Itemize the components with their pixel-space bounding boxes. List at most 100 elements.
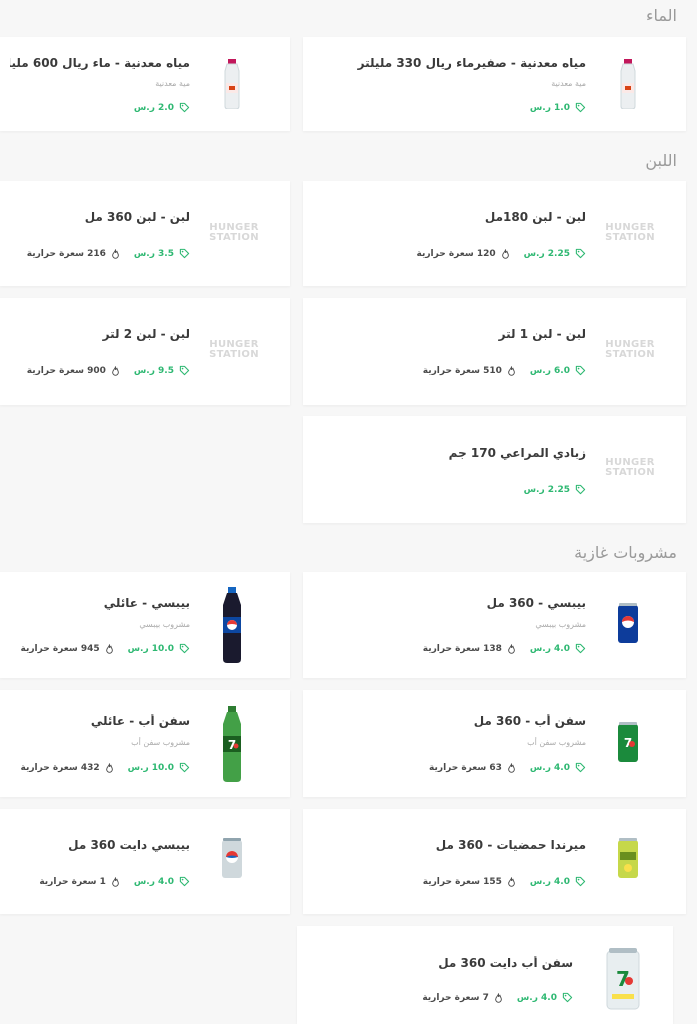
item-name: لبن - لبن 2 لتر [102, 327, 190, 341]
item-meta: 2.25 ر.س 120 سعرة حرارية [417, 248, 586, 259]
item-name: مياه معدنية - صفيرماء ريال 330 مليلتر [357, 56, 586, 70]
price-text: 6.0 ر.س [529, 365, 570, 376]
flame-icon [105, 763, 114, 773]
item-description: مشروب سفن أب [527, 738, 586, 747]
item-price: 3.5 ر.س [134, 248, 190, 259]
pepsi-diet-can-image [212, 829, 252, 889]
item-calories: 1 سعرة حرارية [39, 877, 120, 887]
item-meta: 9.5 ر.س 900 سعرة حرارية [27, 365, 190, 376]
price-tag-icon [575, 365, 586, 376]
menu-item-card[interactable]: 7 سفن أب - عائلي مشروب سفن أب 10.0 ر.س 4… [0, 690, 290, 797]
menu-item-card[interactable]: HUNGER STATION لبن - لبن 180مل 2.25 ر.س 1… [303, 181, 686, 286]
price-tag-icon [179, 643, 190, 654]
menu-item-card[interactable]: HUNGER STATION لبن - لبن 2 لتر 9.5 ر.س 90… [0, 298, 290, 405]
item-meta: 10.0 ر.س 945 سعرة حرارية [21, 643, 190, 654]
price-text: 2.0 ر.س [133, 102, 174, 113]
price-tag-icon [179, 248, 190, 259]
price-tag-icon [179, 102, 190, 113]
item-name: سفن أب - 360 مل [473, 714, 586, 728]
water-bottle-image [608, 54, 648, 114]
calories-text: 120 سعرة حرارية [416, 248, 496, 259]
item-meta: 3.5 ر.س 216 سعرة حرارية [27, 248, 190, 259]
menu-item-card[interactable]: بيبسي دايت 360 مل 4.0 ر.س 1 سعرة حرارية [0, 809, 290, 914]
price-tag-icon [575, 484, 586, 495]
item-description: مية معدنية [155, 79, 190, 88]
item-price: 4.0 ر.س [134, 876, 190, 887]
price-tag-icon [575, 876, 586, 887]
item-meta: 4.0 ر.س 138 سعرة حرارية [423, 643, 586, 654]
item-description: مشروب بيبسي [535, 620, 586, 629]
item-meta: 6.0 ر.س 510 سعرة حرارية [423, 365, 586, 376]
item-description: مشروب بيبسي [139, 620, 190, 629]
calories-text: 63 سعرة حرارية [429, 762, 502, 773]
flame-icon [111, 877, 120, 887]
item-meta: 2.25 ر.س [524, 484, 586, 495]
item-price: 4.0 ر.س [530, 762, 586, 773]
flame-icon [507, 366, 516, 376]
item-calories: 945 سعرة حرارية [21, 644, 114, 654]
hunger-station-logo: HUNGER STATION [605, 457, 655, 478]
menu-item-card[interactable]: بيبسي - عائلي مشروب بيبسي 10.0 ر.س 945 س… [0, 572, 290, 678]
price-tag-icon [179, 762, 190, 773]
item-meta: 1.0 ر.س [530, 102, 586, 113]
calories-text: 900 سعرة حرارية [26, 365, 106, 376]
item-calories: 63 سعرة حرارية [429, 763, 516, 773]
item-name: بيبسي - 360 مل [486, 596, 586, 610]
menu-item-card[interactable]: 7 سفن أب - 360 مل مشروب سفن أب 4.0 ر.س 6… [303, 690, 686, 797]
item-meta: 4.0 ر.س 1 سعرة حرارية [39, 876, 190, 887]
hunger-station-logo: HUNGER STATION [605, 222, 655, 243]
menu-item-card[interactable]: مياه معدنية - صفيرماء ريال 330 مليلتر مي… [303, 37, 686, 131]
flame-icon [105, 644, 114, 654]
item-name: زبادي المراعي 170 جم [448, 446, 586, 460]
item-name: ميرندا حمضيات - 360 مل [435, 838, 586, 852]
flame-icon [507, 877, 516, 887]
item-price: 2.25 ر.س [524, 484, 586, 495]
price-text: 9.5 ر.س [133, 365, 174, 376]
menu-item-card[interactable]: HUNGER STATION لبن - لبن 1 لتر 6.0 ر.س 51… [303, 298, 686, 405]
price-tag-icon [562, 992, 573, 1003]
item-name: سفن أب - عائلي [90, 714, 190, 728]
price-tag-icon [575, 762, 586, 773]
item-calories: 155 سعرة حرارية [423, 877, 516, 887]
price-tag-icon [575, 102, 586, 113]
hunger-station-logo: HUNGER STATION [209, 339, 259, 360]
mirinda-can-image [608, 829, 648, 889]
menu-item-card[interactable]: بيبسي - 360 مل مشروب بيبسي 4.0 ر.س 138 س… [303, 572, 686, 678]
item-description: مشروب سفن أب [131, 738, 190, 747]
item-meta: 10.0 ر.س 432 سعرة حرارية [21, 762, 190, 773]
price-text: 1.0 ر.س [529, 102, 570, 113]
7up-can-image: 7 [608, 713, 648, 773]
price-text: 10.0 ر.س [127, 762, 174, 773]
flame-icon [501, 249, 510, 259]
item-price: 9.5 ر.س [134, 365, 190, 376]
flame-icon [111, 249, 120, 259]
price-text: 4.0 ر.س [133, 876, 174, 887]
calories-text: 155 سعرة حرارية [422, 876, 502, 887]
7up-diet-can-image: 7 [601, 946, 645, 1014]
flame-icon [507, 763, 516, 773]
item-name: لبن - لبن 180مل [484, 210, 586, 224]
menu-item-card[interactable]: HUNGER STATION لبن - لبن 360 مل 3.5 ر.س 2… [0, 181, 290, 286]
item-name: سفن أب دايت 360 مل [438, 956, 573, 970]
price-text: 2.25 ر.س [523, 484, 570, 495]
menu-item-card[interactable]: 7 سفن أب دايت 360 مل 4.0 ر.س 7 سعرة حرار… [297, 926, 673, 1024]
section-title-soft-drinks: مشروبات غازية [574, 543, 677, 562]
item-price: 6.0 ر.س [530, 365, 586, 376]
item-price: 4.0 ر.س [530, 876, 586, 887]
item-calories: 432 سعرة حرارية [21, 763, 114, 773]
menu-item-card[interactable]: HUNGER STATION زبادي المراعي 170 جم 2.25 … [303, 416, 686, 523]
price-tag-icon [575, 248, 586, 259]
menu-item-card[interactable]: ميرندا حمضيات - 360 مل 4.0 ر.س 155 سعرة … [303, 809, 686, 914]
menu-item-card[interactable]: مياه معدنية - ماء ريال 600 مليلتر مية مع… [0, 37, 290, 131]
price-text: 4.0 ر.س [529, 876, 570, 887]
calories-text: 510 سعرة حرارية [422, 365, 502, 376]
calories-text: 1 سعرة حرارية [39, 876, 106, 887]
calories-text: 216 سعرة حرارية [26, 248, 106, 259]
item-meta: 4.0 ر.س 155 سعرة حرارية [423, 876, 586, 887]
item-meta: 2.0 ر.س [134, 102, 190, 113]
price-text: 10.0 ر.س [127, 643, 174, 654]
calories-text: 7 سعرة حرارية [422, 992, 489, 1003]
calories-text: 432 سعرة حرارية [20, 762, 100, 773]
hunger-station-logo: HUNGER STATION [605, 339, 655, 360]
item-price: 10.0 ر.س [128, 643, 190, 654]
